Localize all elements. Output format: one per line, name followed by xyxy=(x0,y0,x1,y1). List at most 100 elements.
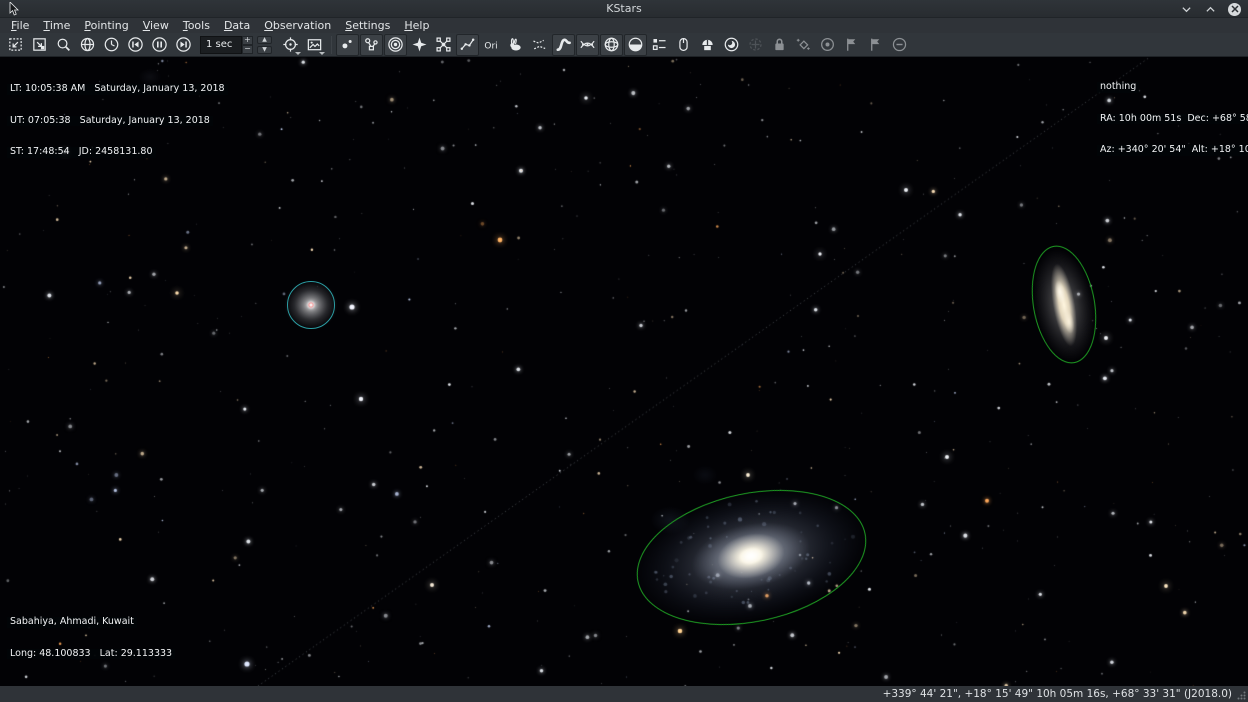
time-step-back-button[interactable] xyxy=(124,34,147,56)
minimize-button[interactable] xyxy=(1180,3,1193,16)
indi-control-panel-button[interactable] xyxy=(672,34,695,56)
close-button[interactable] xyxy=(1228,3,1241,16)
device-icon xyxy=(675,36,692,53)
menu-observation[interactable]: Observation xyxy=(257,18,338,33)
time-step-input[interactable]: 1 sec xyxy=(200,36,242,54)
toggle-constellation-boundaries-button[interactable] xyxy=(528,34,551,56)
crosshair-icon xyxy=(282,36,299,53)
menu-time[interactable]: Time xyxy=(36,18,77,33)
flag-icon xyxy=(843,36,860,53)
toggle-constellation-lines-button[interactable] xyxy=(456,34,479,56)
toggle-supernovae-button[interactable] xyxy=(408,34,431,56)
whats-interesting-button[interactable] xyxy=(720,34,743,56)
time-step-decrease-button[interactable]: − xyxy=(242,45,253,54)
menubar: FileTimePointingViewToolsDataObservation… xyxy=(0,18,1248,33)
telescope-center-button xyxy=(744,34,767,56)
statusbar: +339° 44' 21", +18° 15' 49" 10h 05m 16s,… xyxy=(0,686,1248,702)
menu-data[interactable]: Data xyxy=(217,18,257,33)
track-object-button[interactable] xyxy=(279,34,302,56)
menu-tools[interactable]: Tools xyxy=(176,18,217,33)
main-toolbar: 1 sec+−▲▼Ori xyxy=(0,33,1248,57)
image-icon xyxy=(306,36,323,53)
flags-icon xyxy=(651,36,668,53)
location-info-box: Sabahiya, Ahmadi, Kuwait Long: 48.100833… xyxy=(7,596,175,680)
toolbar-separator xyxy=(331,36,332,54)
media-step-forward-icon xyxy=(175,36,192,53)
toggle-flags-button[interactable] xyxy=(648,34,671,56)
time-unit-up-button[interactable]: ▲ xyxy=(257,36,272,44)
media-step-back-icon xyxy=(127,36,144,53)
toggle-opaque-ground-button[interactable] xyxy=(624,34,647,56)
find-object-button[interactable] xyxy=(52,34,75,56)
universal-time-text: UT: 07:05:38 Saturday, January 13, 2018 xyxy=(7,116,213,127)
search-icon xyxy=(55,36,72,53)
focus-azalt-text: Az: +340° 20' 54" Alt: +18° 10' 16" xyxy=(1097,145,1248,156)
media-pause-icon xyxy=(151,36,168,53)
menu-view[interactable]: View xyxy=(136,18,176,33)
dso-marker-elliptical-galaxy-selected[interactable] xyxy=(287,281,335,329)
zoom-select-button[interactable] xyxy=(28,34,51,56)
sparkle-icon xyxy=(795,36,812,53)
zoom-fit-button[interactable] xyxy=(4,34,27,56)
toggle-constellation-names-button[interactable]: Ori xyxy=(480,34,503,56)
menu-help[interactable]: Help xyxy=(397,18,436,33)
supernova-icon xyxy=(411,36,428,53)
lock-icon xyxy=(771,36,788,53)
center-target-icon xyxy=(747,36,764,53)
constellation-names-icon: Ori xyxy=(483,36,500,53)
toggle-horizontal-grid-button[interactable] xyxy=(600,34,623,56)
solar-system-icon xyxy=(387,36,404,53)
dome-icon xyxy=(699,36,716,53)
set-time-button[interactable] xyxy=(100,34,123,56)
constellation-lines-icon xyxy=(459,36,476,53)
resize-grip[interactable] xyxy=(1237,691,1246,700)
flag-icon xyxy=(867,36,884,53)
focus-info-box: nothing RA: 10h 00m 51s Dec: +68° 58' 57… xyxy=(1097,61,1248,177)
toggle-constellation-art-button[interactable] xyxy=(504,34,527,56)
toggle-stars-button[interactable] xyxy=(336,34,359,56)
target-dot-icon xyxy=(819,36,836,53)
focus-object-name: nothing xyxy=(1097,82,1139,93)
time-info-box: LT: 10:05:38 AM Saturday, January 13, 20… xyxy=(7,63,228,179)
time-step-widget: 1 sec+−▲▼ xyxy=(200,36,272,54)
toggle-satellites-button[interactable] xyxy=(432,34,455,56)
kstars-window: KStars FileTimePointingViewToolsDataObse… xyxy=(0,0,1248,702)
time-pause-button[interactable] xyxy=(148,34,171,56)
toggle-solar-system-button[interactable] xyxy=(384,34,407,56)
time-unit-down-button[interactable]: ▼ xyxy=(257,46,272,54)
menu-file[interactable]: File xyxy=(4,18,36,33)
sky-map[interactable]: LT: 10:05:38 AM Saturday, January 13, 20… xyxy=(0,57,1248,686)
window-title: KStars xyxy=(606,2,642,15)
satellite-icon xyxy=(435,36,452,53)
toggle-equatorial-grid-button[interactable] xyxy=(576,34,599,56)
ekos-button[interactable] xyxy=(696,34,719,56)
ground-icon xyxy=(627,36,644,53)
constellation-boundaries-icon xyxy=(531,36,548,53)
time-step-forward-button[interactable] xyxy=(172,34,195,56)
dropdown-caret-icon xyxy=(319,52,325,55)
telescope-abort-button xyxy=(888,34,911,56)
clock-icon xyxy=(103,36,120,53)
telescope-calibrate-button xyxy=(792,34,815,56)
eye-icon xyxy=(723,36,740,53)
telescope-slew-button xyxy=(840,34,863,56)
toggle-deep-sky-objects-button[interactable] xyxy=(360,34,383,56)
zoom-select-icon xyxy=(31,36,48,53)
sidereal-time-text: ST: 17:48:54 JD: 2458131.80 xyxy=(7,147,156,158)
menu-settings[interactable]: Settings xyxy=(338,18,397,33)
menu-pointing[interactable]: Pointing xyxy=(77,18,135,33)
telescope-lock-button xyxy=(768,34,791,56)
abort-icon xyxy=(891,36,908,53)
set-geographic-location-button[interactable] xyxy=(76,34,99,56)
statusbar-coordinates: +339° 44' 21", +18° 15' 49" 10h 05m 16s,… xyxy=(883,688,1232,700)
constellation-art-icon xyxy=(507,36,524,53)
location-name-text: Sabahiya, Ahmadi, Kuwait xyxy=(7,617,137,628)
fov-symbols-button[interactable] xyxy=(303,34,326,56)
maximize-button[interactable] xyxy=(1204,3,1217,16)
svg-text:Ori: Ori xyxy=(484,41,497,51)
focus-radec-text: RA: 10h 00m 51s Dec: +68° 58' 57" xyxy=(1097,114,1248,125)
toggle-milky-way-button[interactable] xyxy=(552,34,575,56)
stars-icon xyxy=(339,36,356,53)
zoom-fit-icon xyxy=(7,36,24,53)
deep-sky-icon xyxy=(363,36,380,53)
